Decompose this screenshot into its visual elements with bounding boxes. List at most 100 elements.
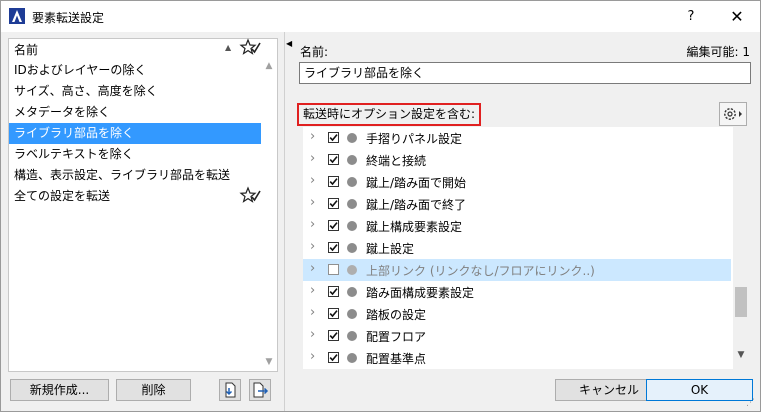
- status-dot-icon: [347, 177, 357, 187]
- list-item[interactable]: サイズ、高さ、高度を除く: [9, 81, 261, 102]
- list-item-label: 構造、表示設定、ライブラリ部品を転送: [14, 168, 231, 182]
- tree-row[interactable]: › 蹴上構成要素設定: [303, 215, 731, 237]
- option-checkbox[interactable]: [328, 220, 339, 231]
- settings-list: 名前 ▲ IDおよびレイヤーの除くサイズ、高さ、高度を除くメタデータを除くライブ…: [8, 38, 278, 372]
- tree-row-label: 終端と接続: [366, 154, 427, 168]
- option-checkbox[interactable]: [328, 154, 339, 165]
- list-item[interactable]: ライブラリ部品を除く: [9, 123, 261, 144]
- title-bar: 要素転送設定 ? ✕: [1, 1, 760, 32]
- tree-row-label: 配置フロア: [366, 330, 427, 344]
- expand-chevron-icon[interactable]: ›: [310, 283, 315, 298]
- tree-row[interactable]: › 終端と接続: [303, 149, 731, 171]
- scroll-up-arrow-icon[interactable]: ▲: [261, 61, 277, 71]
- expand-chevron-icon[interactable]: ›: [310, 195, 315, 210]
- tree-row-label: 踏板の設定: [366, 308, 427, 322]
- delete-button[interactable]: 削除: [116, 379, 191, 401]
- option-checkbox[interactable]: [328, 264, 339, 275]
- option-checkbox[interactable]: [328, 242, 339, 253]
- panel-splitter[interactable]: [284, 32, 285, 411]
- tree-row[interactable]: › 踏板の設定: [303, 303, 731, 325]
- expand-chevron-icon[interactable]: ›: [310, 217, 315, 232]
- import-icon: [225, 382, 236, 398]
- sort-ascending-icon: ▲: [225, 43, 232, 52]
- list-item[interactable]: IDおよびレイヤーの除く: [9, 60, 261, 81]
- resize-grip-icon[interactable]: ⋰: [746, 398, 755, 408]
- option-checkbox[interactable]: [328, 286, 339, 297]
- option-checkbox[interactable]: [328, 352, 339, 363]
- expand-chevron-icon[interactable]: ›: [310, 151, 315, 166]
- close-button[interactable]: ✕: [715, 3, 759, 31]
- options-menu-button[interactable]: [719, 102, 747, 126]
- tree-row[interactable]: › 配置フロア: [303, 325, 731, 347]
- tree-row-label: 蹴上設定: [366, 242, 415, 256]
- status-dot-icon: [347, 133, 357, 143]
- expand-chevron-icon[interactable]: ›: [310, 173, 315, 188]
- import-button[interactable]: [219, 379, 241, 401]
- window-title: 要素転送設定: [32, 11, 105, 25]
- options-label: 転送時にオプション設定を含む:: [297, 103, 482, 126]
- options-tree: › 手摺りパネル設定 › 終端と接続 › 蹴上/踏み面で開始 › 蹴上/踏み面で終了 › 蹴上構成…: [303, 127, 749, 369]
- tree-row-label: 配置基準点: [366, 352, 427, 366]
- favorite-star-check-icon: [239, 186, 261, 203]
- ok-button[interactable]: OK: [646, 379, 753, 401]
- name-field[interactable]: ライブラリ部品を除く: [299, 62, 751, 84]
- export-button[interactable]: [249, 379, 271, 401]
- expand-chevron-icon[interactable]: ›: [310, 261, 315, 276]
- list-scrollbar[interactable]: ▲ ▼: [261, 59, 277, 371]
- tree-row[interactable]: › 蹴上/踏み面で終了: [303, 193, 731, 215]
- tree-row-label: 手摺りパネル設定: [366, 132, 463, 146]
- new-button[interactable]: 新規作成...: [10, 379, 109, 401]
- tree-row[interactable]: › 蹴上/踏み面で開始: [303, 171, 731, 193]
- option-checkbox[interactable]: [328, 132, 339, 143]
- list-item-label: IDおよびレイヤーの除く: [14, 63, 147, 77]
- expand-chevron-icon[interactable]: ›: [310, 327, 315, 342]
- status-dot-icon: [347, 199, 357, 209]
- export-icon: [253, 382, 269, 398]
- list-header[interactable]: 名前 ▲: [9, 38, 277, 59]
- status-dot-icon: [347, 287, 357, 297]
- tree-row[interactable]: › 上部リンク (リンクなし/フロアにリンク..): [303, 259, 731, 281]
- list-item-label: 全ての設定を転送: [14, 189, 111, 203]
- option-checkbox[interactable]: [328, 198, 339, 209]
- scroll-down-arrow-icon[interactable]: ▼: [733, 350, 749, 360]
- option-checkbox[interactable]: [328, 330, 339, 341]
- tree-row[interactable]: › 手摺りパネル設定: [303, 127, 731, 149]
- list-item-label: ライブラリ部品を除く: [14, 126, 135, 140]
- status-dot-icon: [347, 155, 357, 165]
- list-item-label: メタデータを除く: [14, 105, 111, 119]
- expand-chevron-icon[interactable]: ›: [310, 129, 315, 144]
- scrollbar-thumb[interactable]: [735, 287, 747, 317]
- tree-row[interactable]: › 配置基準点: [303, 347, 731, 369]
- status-dot-icon: [347, 221, 357, 231]
- list-item-label: ラベルテキストを除く: [14, 147, 134, 161]
- tree-row-label: 蹴上/踏み面で開始: [366, 176, 467, 190]
- tree-row-label: 踏み面構成要素設定: [366, 286, 475, 300]
- collapse-panel-icon[interactable]: ◀: [286, 39, 292, 48]
- tree-row-label: 蹴上構成要素設定: [366, 220, 463, 234]
- gear-icon: [724, 108, 742, 120]
- list-item[interactable]: 全ての設定を転送: [9, 186, 261, 207]
- option-checkbox[interactable]: [328, 308, 339, 319]
- tree-row-label: 上部リンク (リンクなし/フロアにリンク..): [366, 264, 595, 278]
- help-button[interactable]: ?: [669, 3, 713, 31]
- favorite-star-check-icon[interactable]: [239, 38, 261, 58]
- status-dot-icon: [347, 265, 357, 275]
- status-dot-icon: [347, 243, 357, 253]
- tree-row[interactable]: › 蹴上設定: [303, 237, 731, 259]
- archicad-app-icon: [9, 8, 25, 24]
- expand-chevron-icon[interactable]: ›: [310, 239, 315, 254]
- editable-count: 編集可能: 1: [686, 45, 751, 59]
- scroll-down-arrow-icon[interactable]: ▼: [261, 357, 277, 367]
- option-checkbox[interactable]: [328, 176, 339, 187]
- expand-chevron-icon[interactable]: ›: [310, 305, 315, 320]
- tree-row[interactable]: › 踏み面構成要素設定: [303, 281, 731, 303]
- name-column-header[interactable]: 名前: [14, 41, 38, 58]
- dialog-window: 要素転送設定 ? ✕ 名前 ▲ IDおよびレイヤーの除くサイズ、高さ、高度を除く…: [0, 0, 761, 412]
- list-item[interactable]: 構造、表示設定、ライブラリ部品を転送: [9, 165, 261, 186]
- expand-chevron-icon[interactable]: ›: [310, 349, 315, 364]
- list-item[interactable]: メタデータを除く: [9, 102, 261, 123]
- status-dot-icon: [347, 309, 357, 319]
- tree-row-label: 蹴上/踏み面で終了: [366, 198, 467, 212]
- tree-scrollbar[interactable]: ▼: [733, 127, 749, 369]
- list-item[interactable]: ラベルテキストを除く: [9, 144, 261, 165]
